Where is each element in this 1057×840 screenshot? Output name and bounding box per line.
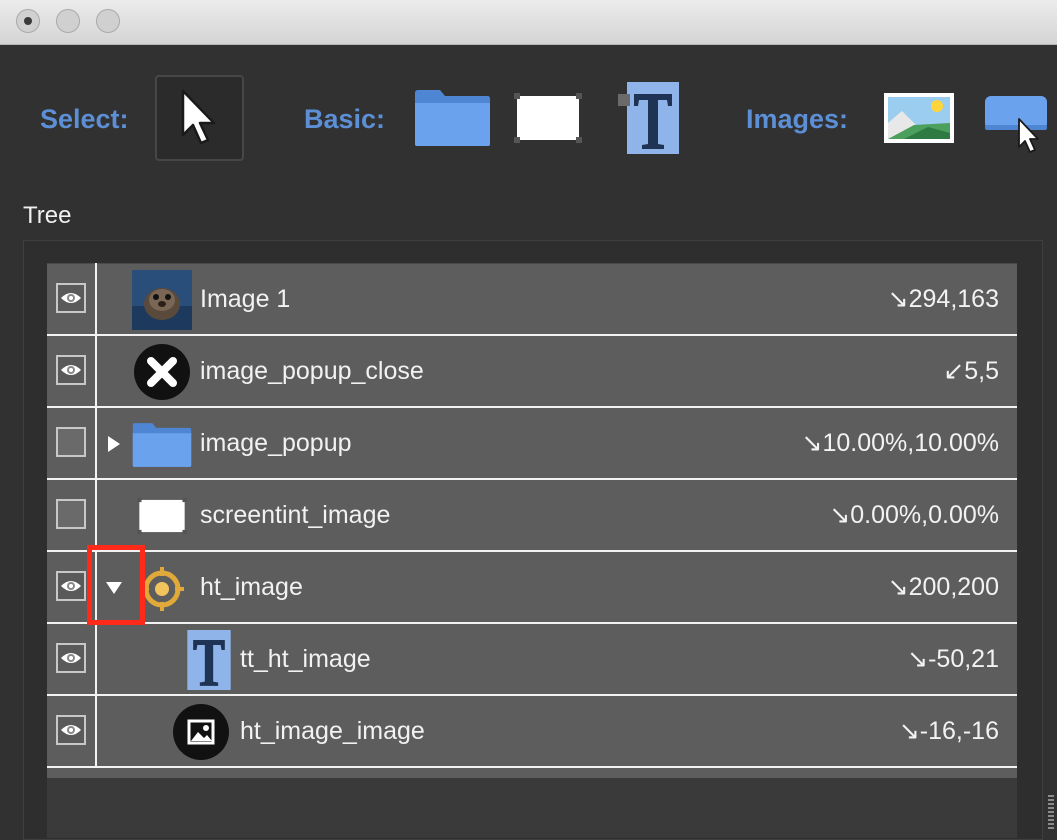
visibility-toggle[interactable] <box>56 283 86 313</box>
tree-row-image-1[interactable]: Image 1 ↘294,163 <box>47 264 1017 336</box>
text-tool-button[interactable] <box>618 82 680 159</box>
button-tool-button[interactable] <box>984 95 1050 160</box>
basic-label: Basic: <box>304 104 386 134</box>
folder-icon <box>415 90 490 146</box>
row-coordinates: ↘10.00%,10.00% <box>801 429 999 457</box>
visibility-toggle[interactable] <box>56 643 86 673</box>
tree-title: Tree <box>23 202 72 229</box>
tree-empty-area <box>47 778 1017 838</box>
rectangle-icon <box>514 93 582 143</box>
visibility-toggle[interactable] <box>56 715 86 745</box>
button-icon <box>985 96 1047 153</box>
select-label: Select: <box>40 104 129 134</box>
seal-thumbnail <box>132 270 192 330</box>
close-icon <box>134 344 190 400</box>
visibility-column-divider <box>95 263 97 768</box>
tree-row-image-popup-close[interactable]: image_popup_close ↙5,5 <box>47 336 1017 408</box>
rectangle-icon <box>137 497 187 535</box>
highlight-box <box>87 545 145 625</box>
folder-icon <box>132 423 192 467</box>
picture-icon <box>173 704 229 760</box>
row-name: ht_image_image <box>240 717 425 745</box>
image-icon <box>884 93 954 143</box>
eye-icon <box>61 653 81 663</box>
text-icon <box>618 82 679 154</box>
eye-icon <box>61 725 81 735</box>
tree-row-image-popup[interactable]: image_popup ↘10.00%,10.00% <box>47 408 1017 480</box>
visibility-toggle[interactable] <box>56 499 86 529</box>
row-name: image_popup <box>200 429 352 457</box>
row-name: screentint_image <box>200 501 391 529</box>
row-coordinates: ↘-50,21 <box>907 645 999 673</box>
zoom-window-button[interactable] <box>96 9 120 33</box>
row-coordinates: ↘-16,-16 <box>898 717 999 745</box>
tree-row-screentint-image[interactable]: screentint_image ↘0.00%,0.00% <box>47 480 1017 552</box>
row-coordinates: ↙5,5 <box>943 357 999 385</box>
resize-grip[interactable] <box>1048 795 1054 831</box>
tree-row-tt-ht-image[interactable]: tt_ht_image ↘-50,21 <box>47 624 1017 696</box>
row-name: image_popup_close <box>200 357 424 385</box>
text-icon <box>187 630 231 690</box>
tree-row-ht-image[interactable]: ht_image ↘200,200 <box>47 552 1017 624</box>
row-coordinates: ↘294,163 <box>887 285 999 313</box>
minimize-window-button[interactable] <box>56 9 80 33</box>
images-label: Images: <box>746 104 849 134</box>
eye-icon <box>61 293 81 303</box>
folder-tool-button[interactable] <box>414 89 491 152</box>
row-name: ht_image <box>200 573 303 601</box>
visibility-toggle[interactable] <box>56 571 86 601</box>
eye-icon <box>61 581 81 591</box>
image-tool-button[interactable] <box>884 93 954 148</box>
row-coordinates: ↘200,200 <box>887 573 999 601</box>
window-titlebar <box>0 0 1057 45</box>
close-window-button[interactable] <box>16 9 40 33</box>
row-name: tt_ht_image <box>240 645 371 673</box>
disclosure-collapsed-icon[interactable] <box>107 435 121 453</box>
hotspot-icon <box>140 567 184 611</box>
visibility-toggle[interactable] <box>56 355 86 385</box>
eye-icon <box>61 365 81 375</box>
rectangle-tool-button[interactable] <box>513 92 583 149</box>
pointer-icon <box>181 89 216 145</box>
row-name: Image 1 <box>200 285 291 313</box>
visibility-toggle[interactable] <box>56 427 86 457</box>
tree-row-ht-image-image[interactable]: ht_image_image ↘-16,-16 <box>47 696 1017 768</box>
row-coordinates: ↘0.00%,0.00% <box>829 501 999 529</box>
select-tool-button[interactable] <box>155 75 244 161</box>
